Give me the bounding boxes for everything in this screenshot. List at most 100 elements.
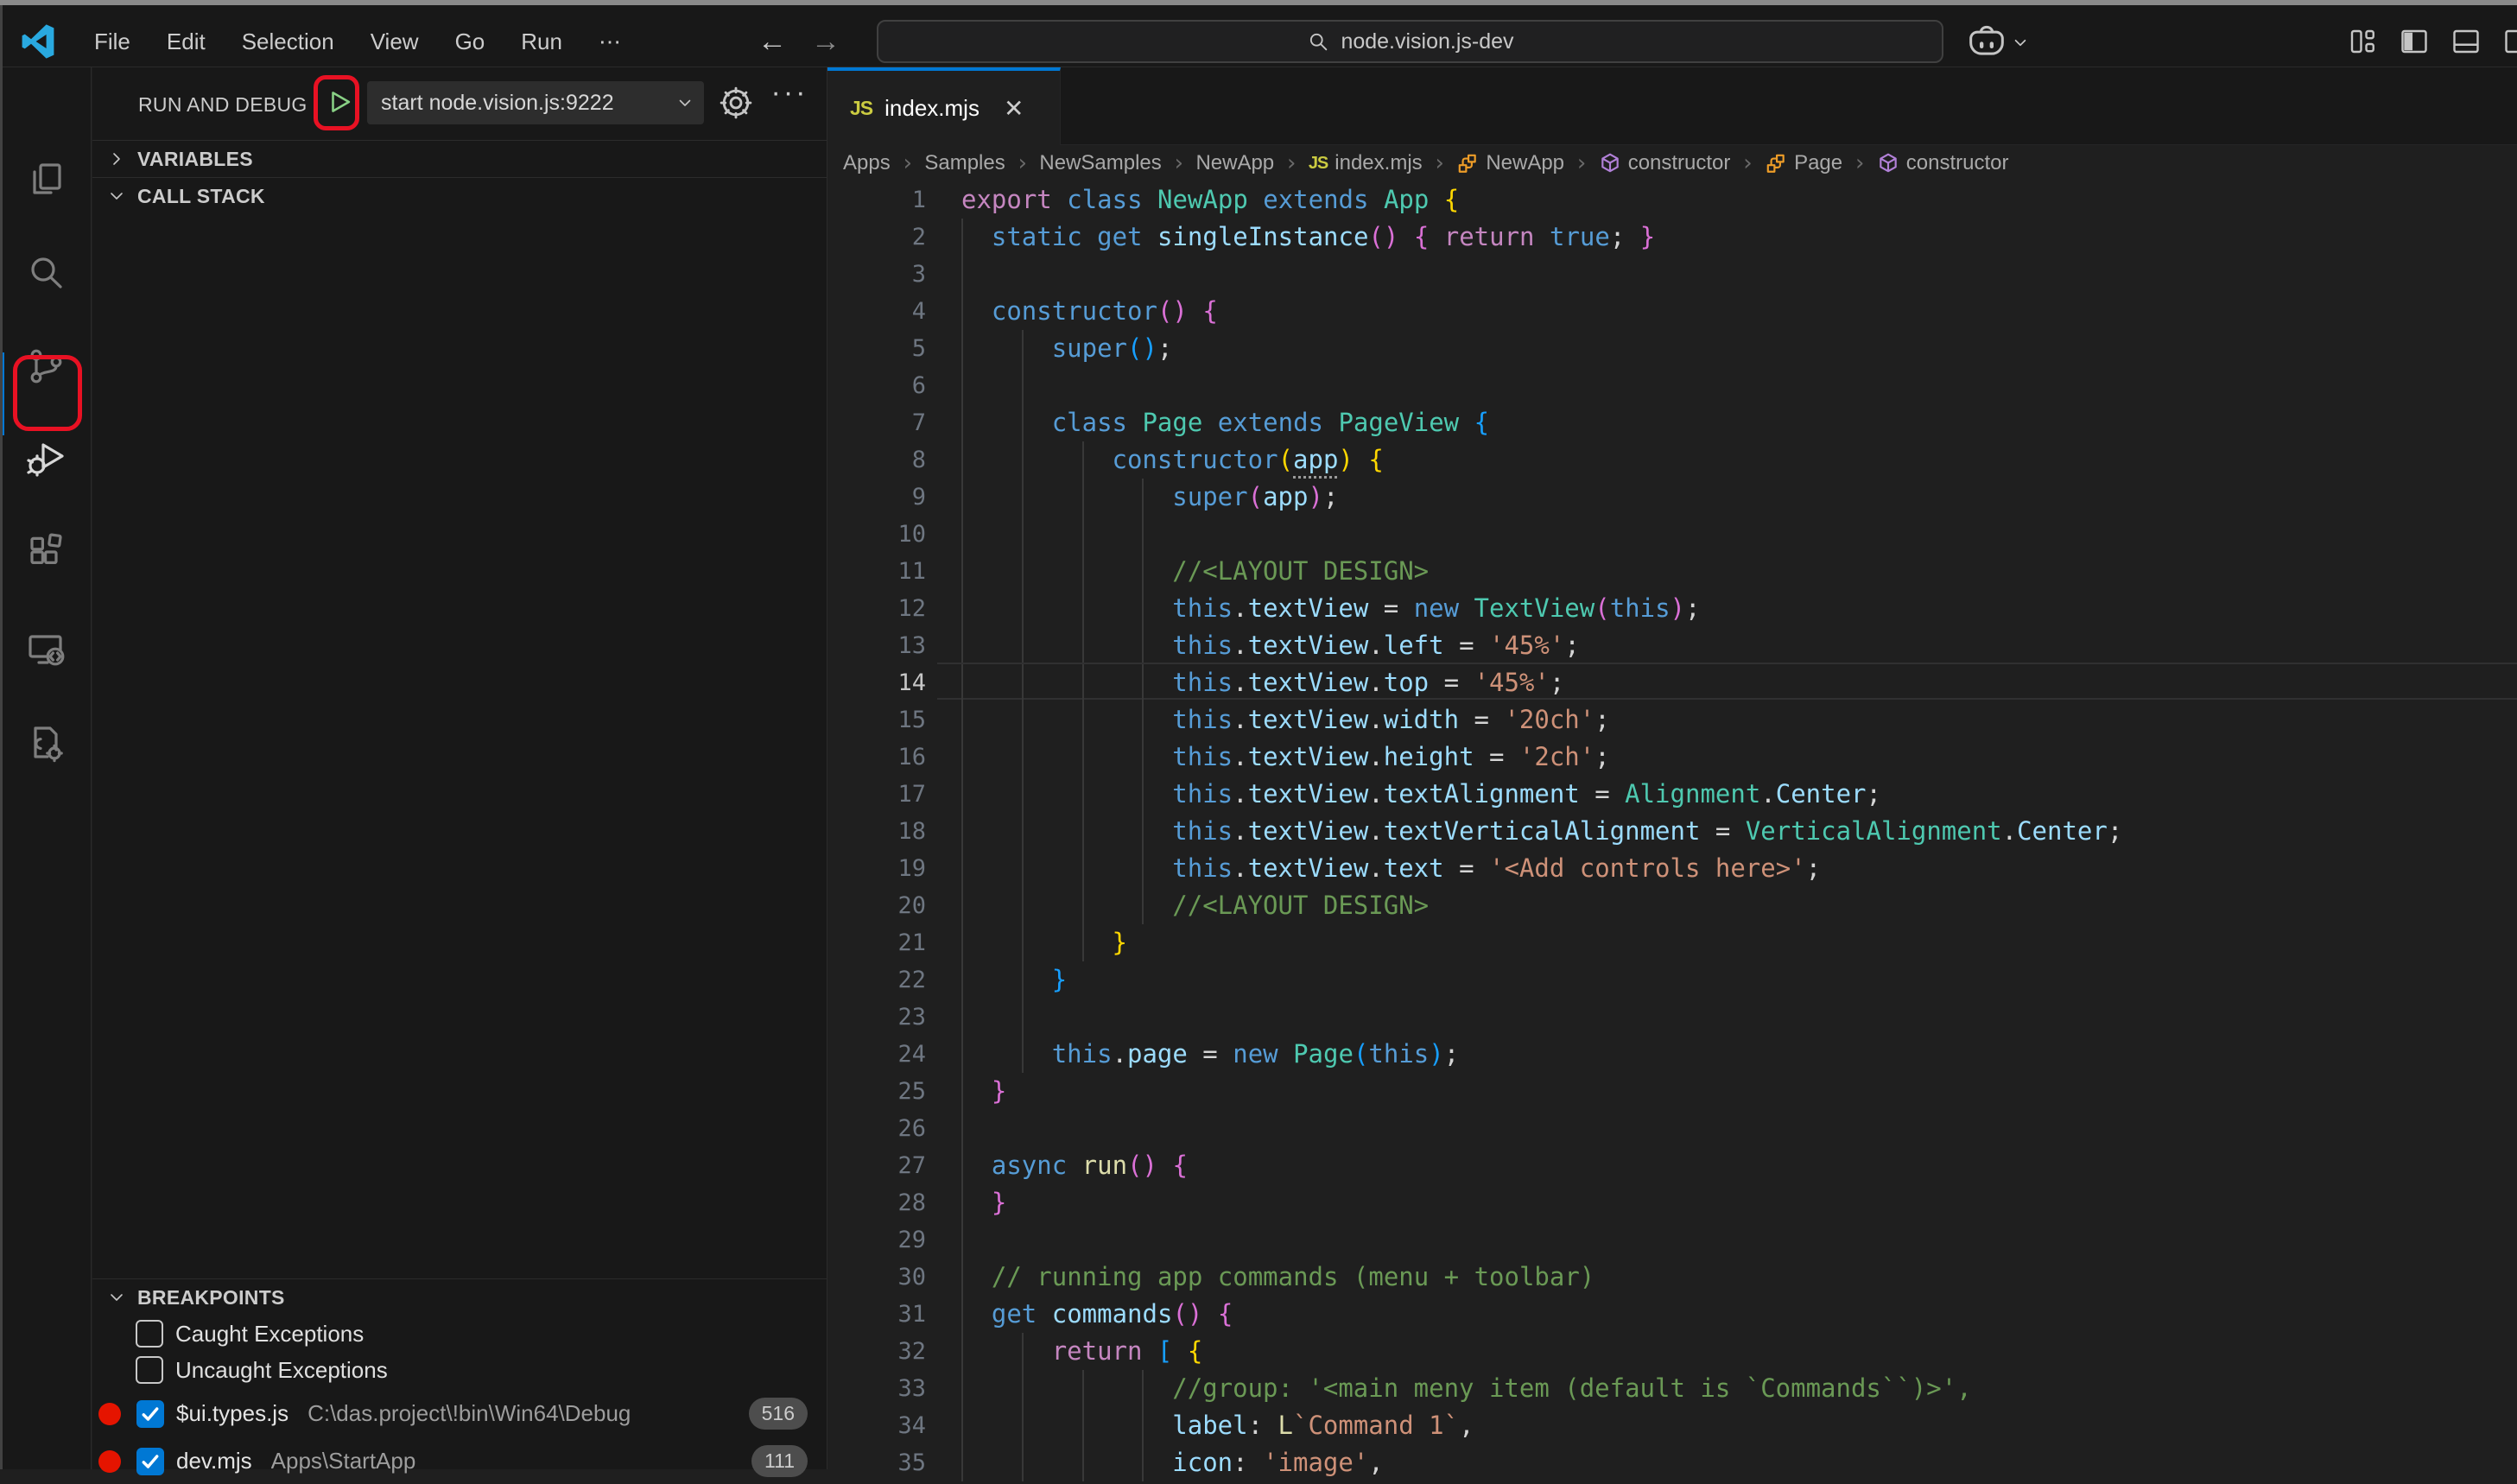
line-number[interactable]: 5 — [864, 330, 926, 367]
line-number[interactable]: 22 — [864, 961, 926, 999]
customize-layout-icon[interactable] — [2346, 26, 2379, 57]
code-line[interactable]: this.textView.width = '20ch'; — [937, 701, 2517, 739]
breadcrumb-item-newsamples[interactable]: NewSamples — [1039, 151, 1161, 175]
code-line[interactable] — [937, 367, 2517, 404]
line-number[interactable]: 31 — [864, 1296, 926, 1333]
line-number[interactable]: 19 — [864, 850, 926, 887]
line-number[interactable]: 33 — [864, 1370, 926, 1407]
copilot-icon[interactable] — [1968, 24, 2006, 59]
checkbox[interactable] — [136, 1356, 163, 1384]
line-number[interactable]: 14 — [864, 664, 926, 701]
line-number[interactable]: 30 — [864, 1259, 926, 1296]
tab-index-mjs[interactable]: JS index.mjs ✕ — [827, 67, 1061, 145]
code-line[interactable]: super(); — [937, 330, 2517, 367]
code-line[interactable]: } — [937, 1073, 2517, 1110]
menu-item-run[interactable]: Run — [503, 20, 580, 64]
line-number[interactable]: 10 — [864, 516, 926, 553]
code-line[interactable]: //<LAYOUT DESIGN> — [937, 553, 2517, 590]
menu-item-edit[interactable]: Edit — [149, 20, 224, 64]
code-line[interactable]: super(app); — [937, 479, 2517, 516]
start-debugging-button[interactable] — [322, 79, 358, 124]
search-icon[interactable] — [25, 252, 67, 294]
breadcrumb-item-samples[interactable]: Samples — [924, 151, 1005, 175]
code-line[interactable]: this.textView.textAlignment = Alignment.… — [937, 776, 2517, 813]
breakpoint-file-row[interactable]: $ui.types.jsC:\das.project\!bin\Win64\De… — [92, 1391, 827, 1436]
line-number[interactable]: 8 — [864, 441, 926, 479]
checkbox[interactable] — [136, 1448, 164, 1475]
menu-item-view[interactable]: View — [352, 20, 437, 64]
line-number[interactable]: 11 — [864, 553, 926, 590]
debug-settings-gear-icon[interactable] — [716, 83, 756, 123]
source-control-icon[interactable] — [25, 346, 67, 387]
breakpoint-file-row[interactable]: dev.mjsApps\StartApp111 — [92, 1438, 827, 1484]
code-line[interactable] — [937, 1110, 2517, 1147]
line-number[interactable]: 15 — [864, 701, 926, 739]
line-number[interactable]: 35 — [864, 1444, 926, 1481]
code-line[interactable]: class Page extends PageView { — [937, 404, 2517, 441]
code-editor[interactable]: 1export class NewApp extends App {2stati… — [827, 181, 2517, 1469]
project-tools-icon[interactable] — [25, 722, 67, 764]
code-line[interactable]: async run() { — [937, 1147, 2517, 1184]
code-line[interactable]: //<LAYOUT DESIGN> — [937, 887, 2517, 924]
line-number[interactable]: 26 — [864, 1110, 926, 1147]
code-line[interactable]: constructor() { — [937, 293, 2517, 330]
breakpoint-option-row[interactable]: Uncaught Exceptions — [92, 1352, 827, 1388]
menu-item-more[interactable]: ⋯ — [580, 20, 639, 64]
code-line[interactable]: this.textView = new TextView(this); — [937, 590, 2517, 627]
line-number[interactable]: 9 — [864, 479, 926, 516]
debug-configuration-dropdown[interactable]: start node.vision.js:9222 — [367, 81, 704, 124]
line-number[interactable]: 2 — [864, 219, 926, 256]
code-line[interactable] — [937, 256, 2517, 293]
line-number[interactable]: 12 — [864, 590, 926, 627]
code-line[interactable]: this.textView.text = '<Add controls here… — [937, 850, 2517, 887]
code-line[interactable]: return [ { — [937, 1333, 2517, 1370]
code-line[interactable]: label: L`Command 1`, — [937, 1407, 2517, 1444]
line-number[interactable]: 7 — [864, 404, 926, 441]
remote-explorer-icon[interactable] — [25, 629, 67, 670]
go-back-icon[interactable]: ← — [750, 10, 795, 73]
code-line[interactable]: static get singleInstance() { return tru… — [937, 219, 2517, 256]
line-number[interactable]: 28 — [864, 1184, 926, 1221]
toggle-panel-icon[interactable] — [2450, 26, 2482, 57]
line-number[interactable]: 16 — [864, 739, 926, 776]
menu-item-selection[interactable]: Selection — [224, 20, 352, 64]
code-line[interactable]: } — [937, 961, 2517, 999]
line-number[interactable]: 17 — [864, 776, 926, 813]
more-actions-button[interactable]: ··· — [768, 76, 811, 121]
line-number[interactable]: 21 — [864, 924, 926, 961]
code-line[interactable]: //group: '<main meny item (default is `C… — [937, 1370, 2517, 1407]
line-number[interactable]: 29 — [864, 1221, 926, 1259]
go-forward-icon[interactable]: → — [803, 10, 848, 73]
line-number[interactable]: 34 — [864, 1407, 926, 1444]
breadcrumb-item-constructor[interactable]: constructor — [1877, 151, 2009, 175]
code-line[interactable]: this.textView.textVerticalAlignment = Ve… — [937, 813, 2517, 850]
breadcrumb-item-constructor[interactable]: constructor — [1599, 151, 1731, 175]
explorer-icon[interactable] — [25, 159, 67, 200]
code-line[interactable]: this.page = new Page(this); — [937, 1036, 2517, 1073]
line-number[interactable]: 25 — [864, 1073, 926, 1110]
code-line[interactable]: icon: 'image', — [937, 1444, 2517, 1481]
copilot-chevron-down-icon[interactable] — [2009, 31, 2032, 54]
breadcrumb-item-newapp[interactable]: NewApp — [1195, 151, 1274, 175]
line-number[interactable]: 3 — [864, 256, 926, 293]
tab-close-icon[interactable]: ✕ — [1004, 94, 1024, 123]
line-number[interactable]: 24 — [864, 1036, 926, 1073]
code-line[interactable]: this.textView.left = '45%'; — [937, 627, 2517, 664]
line-number[interactable]: 4 — [864, 293, 926, 330]
code-line[interactable]: this.textView.height = '2ch'; — [937, 739, 2517, 776]
code-line[interactable]: } — [937, 1184, 2517, 1221]
code-line[interactable] — [937, 1221, 2517, 1259]
line-number[interactable]: 13 — [864, 627, 926, 664]
line-number[interactable]: 6 — [864, 367, 926, 404]
code-line[interactable]: constructor(app) { — [937, 441, 2517, 479]
breadcrumb-item-index.mjs[interactable]: JSindex.mjs — [1309, 151, 1423, 175]
line-number[interactable]: 1 — [864, 181, 926, 219]
menu-item-go[interactable]: Go — [437, 20, 504, 64]
run-and-debug-icon[interactable] — [25, 437, 67, 479]
toggle-primary-sidebar-icon[interactable] — [2398, 26, 2431, 57]
code-line[interactable] — [937, 516, 2517, 553]
toggle-secondary-sidebar-icon[interactable] — [2501, 26, 2517, 57]
line-number[interactable]: 20 — [864, 887, 926, 924]
code-line[interactable]: // running app commands (menu + toolbar) — [937, 1259, 2517, 1296]
line-number[interactable]: 18 — [864, 813, 926, 850]
